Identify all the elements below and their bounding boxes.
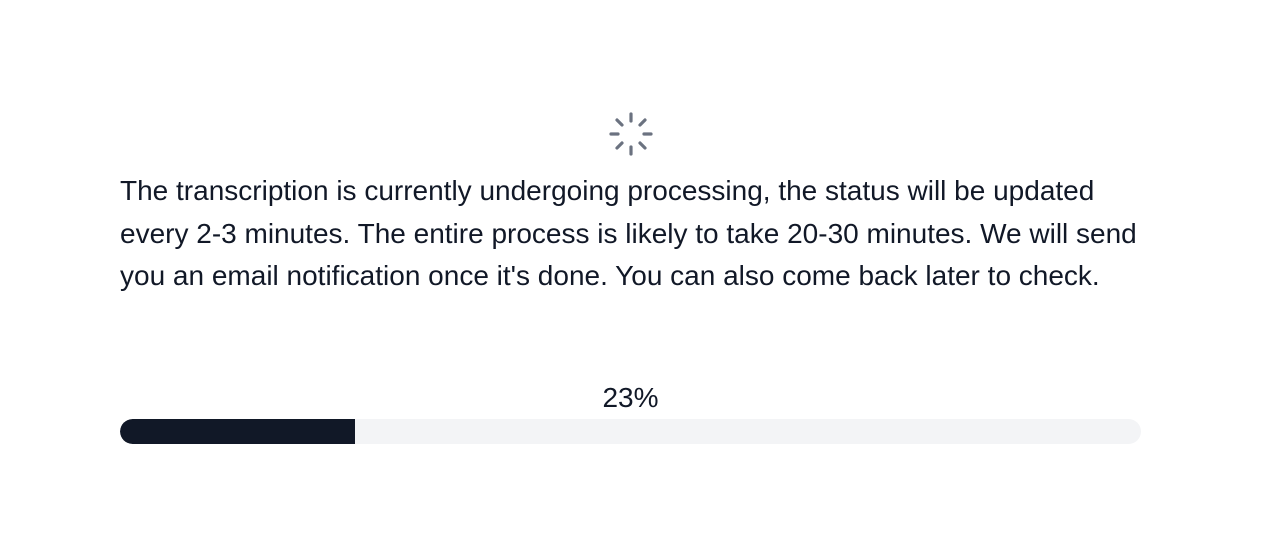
progress-percent-label: 23% — [602, 382, 659, 413]
loading-spinner-icon — [608, 111, 654, 157]
progress-bar — [120, 419, 1141, 444]
processing-message: The transcription is currently undergoin… — [120, 175, 1137, 291]
progress-bar-fill — [120, 419, 355, 444]
